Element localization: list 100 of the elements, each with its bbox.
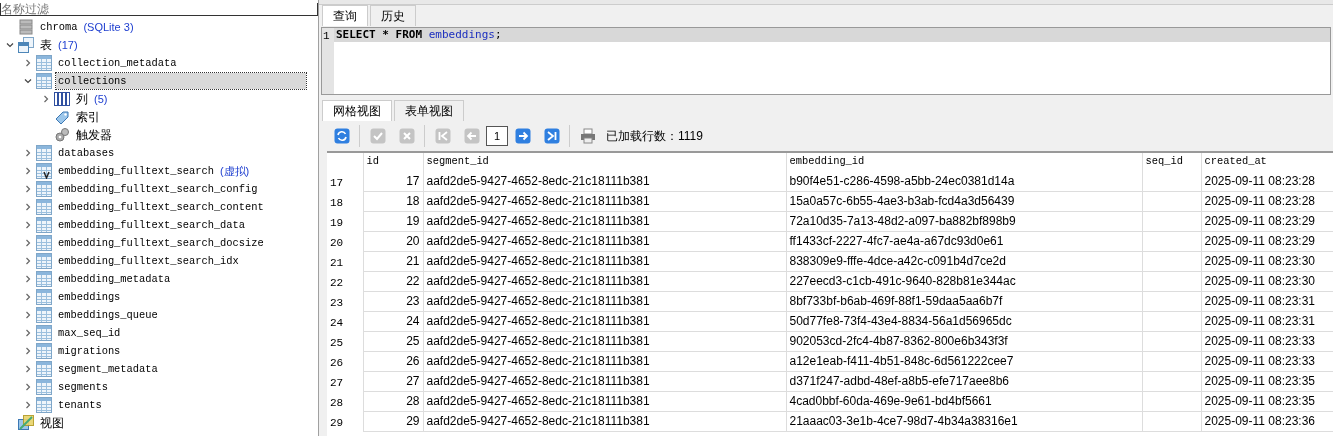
row-number: 23 [327,291,363,311]
chevron-down-icon[interactable] [6,41,14,49]
table-cell: 2025-09-11 08:23:29 [1201,231,1333,251]
page-field[interactable]: 1 [486,126,508,146]
refresh-icon[interactable] [333,128,350,144]
table-icon [36,271,52,287]
table-cell: 20 [363,231,423,251]
row-number: 17 [327,171,363,191]
tree-item[interactable]: embedding_fulltext_search_data [56,217,248,233]
tab[interactable]: 表单视图 [394,100,464,121]
tree-item[interactable]: 表 [38,37,54,53]
tab[interactable]: 查询 [322,5,368,26]
tree-item[interactable]: embedding_fulltext_search_docsize [56,235,266,251]
tree-item[interactable]: segment_metadata [56,361,160,377]
table-cell: 2025-09-11 08:23:36 [1201,411,1333,431]
chevron-right-icon[interactable] [24,149,32,157]
table-cell: 29 [363,411,423,431]
table-cell: 2025-09-11 08:23:33 [1201,351,1333,371]
tree-item[interactable]: max_seq_id [56,325,123,341]
tree-item[interactable]: embedding_metadata [56,271,173,287]
table-icon [36,163,52,179]
chevron-right-icon[interactable] [24,311,32,319]
column-header[interactable]: id [363,153,423,171]
table-cell: aafd2de5-9427-4652-8edc-21c18111b381 [423,271,786,291]
item-count: (虚拟) [219,163,250,179]
tree-item[interactable]: embeddings_queue [56,307,160,323]
table-icon [36,325,52,341]
table-cell: 2025-09-11 08:23:31 [1201,291,1333,311]
table-cell: 2025-09-11 08:23:30 [1201,271,1333,291]
table-cell: 838309e9-fffe-4dce-a42c-c091b4d7ce2d [786,251,1142,271]
tree-item[interactable]: embeddings [56,289,123,305]
table-cell: 22 [363,271,423,291]
table-icon [36,217,52,233]
table-cell: 19 [363,211,423,231]
table-cell: aafd2de5-9427-4652-8edc-21c18111b381 [423,251,786,271]
last-page-icon[interactable] [543,128,560,144]
tree-item[interactable]: 列 [74,91,90,107]
tree-item[interactable]: 触发器 [74,127,114,143]
chevron-down-icon[interactable] [24,77,32,85]
arrow-right-icon[interactable] [514,128,531,144]
tree-item[interactable]: 索引 [74,109,102,125]
line-number: 1 [323,30,330,42]
tree-item[interactable]: migrations [56,343,123,359]
chevron-right-icon[interactable] [24,401,32,409]
table-cell: 2025-09-11 08:23:28 [1201,191,1333,211]
table-cell: d371f247-adbd-48ef-a8b5-efe717aee8b6 [786,371,1142,391]
tree-item[interactable]: 视图 [38,415,66,431]
chevron-right-icon[interactable] [42,95,50,103]
chevron-right-icon[interactable] [24,293,32,301]
table-cell: 26 [363,351,423,371]
column-header[interactable]: segment_id [423,153,786,171]
table-cell: aafd2de5-9427-4652-8edc-21c18111b381 [423,171,786,191]
tree-item[interactable]: databases [56,145,117,161]
chevron-right-icon[interactable] [24,257,32,265]
column-header[interactable]: created_at [1201,153,1333,171]
chevron-right-icon[interactable] [24,59,32,67]
sql-editor[interactable]: 1 SELECT * FROM embeddings; [321,27,1331,95]
tree-item[interactable]: embedding_fulltext_search_idx [56,253,241,269]
tree-item[interactable]: embedding_fulltext_search_content [56,199,266,215]
tree-item[interactable]: embedding_fulltext_search [56,163,216,179]
table-icon [36,289,52,305]
item-count: (17) [58,37,78,53]
tree-item[interactable]: collections [56,73,306,89]
row-number: 19 [327,211,363,231]
chevron-right-icon[interactable] [24,221,32,229]
tree-item[interactable]: collection_metadata [56,55,179,71]
row-number: 18 [327,191,363,211]
table-cell: 17 [363,171,423,191]
table-cell: 2025-09-11 08:23:35 [1201,391,1333,411]
table-icon [36,199,52,215]
row-number: 27 [327,371,363,391]
tree-item[interactable]: segments [56,379,110,395]
table-cell: 72a10d35-7a13-48d2-a097-ba882bf898b9 [786,211,1142,231]
tree-item[interactable]: embedding_fulltext_search_config [56,181,260,197]
chevron-right-icon[interactable] [24,275,32,283]
table-cell: 50d77fe8-73f4-43e4-8834-56a1d56965dc [786,311,1142,331]
chevron-right-icon[interactable] [24,203,32,211]
table-cell: aafd2de5-9427-4652-8edc-21c18111b381 [423,331,786,351]
chevron-right-icon[interactable] [24,365,32,373]
table-icon [36,361,52,377]
table-cell: 21 [363,251,423,271]
tab[interactable]: 历史 [370,5,416,26]
tree-item[interactable]: chroma [38,19,80,35]
chevron-right-icon[interactable] [24,185,32,193]
filter-field[interactable]: 名称过滤 [0,3,318,16]
chevron-right-icon[interactable] [24,239,32,247]
chevron-right-icon[interactable] [24,383,32,391]
tab[interactable]: 网格视图 [322,100,392,121]
tree-item[interactable]: tenants [56,397,104,413]
chevron-right-icon[interactable] [24,167,32,175]
table-cell: aafd2de5-9427-4652-8edc-21c18111b381 [423,391,786,411]
table-cell: 21aaac03-3e1b-4ce7-98d7-4b34a38316e1 [786,411,1142,431]
chevron-right-icon[interactable] [24,329,32,337]
database-icon [18,19,34,35]
chevron-right-icon[interactable] [24,347,32,355]
column-header[interactable]: seq_id [1142,153,1201,171]
table-icon [36,73,52,89]
printer-icon[interactable] [579,128,596,144]
table-cell: 23 [363,291,423,311]
column-header[interactable]: embedding_id [786,153,1142,171]
